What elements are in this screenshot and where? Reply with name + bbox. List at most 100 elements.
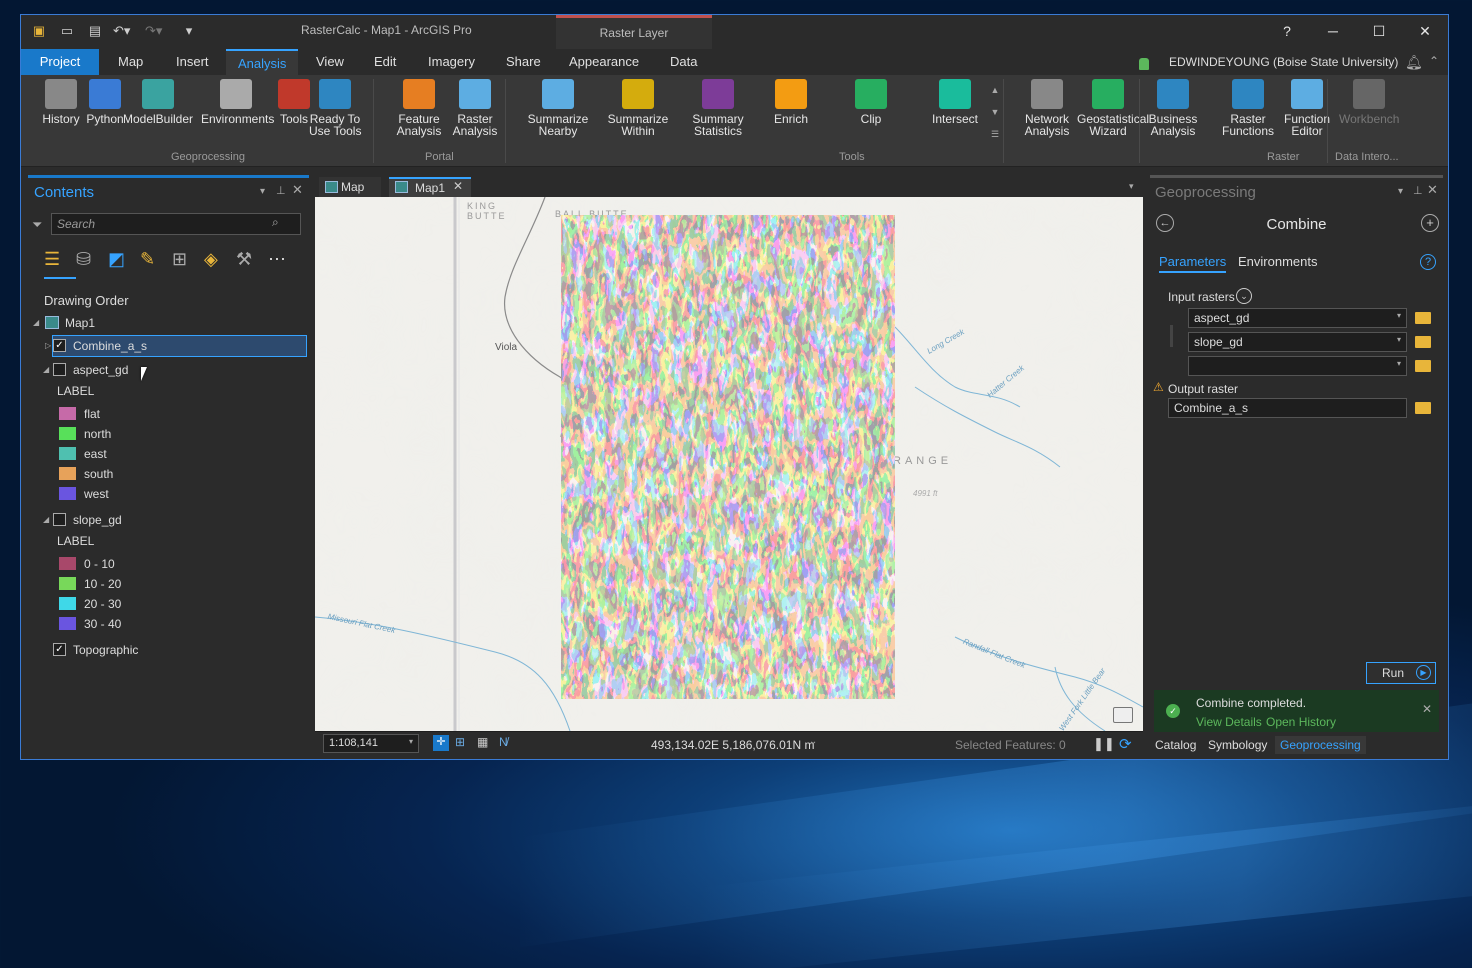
- list-by-source-icon[interactable]: ⛁: [76, 249, 91, 270]
- map-overview-icon[interactable]: [1113, 707, 1133, 723]
- ribbon-button-environments[interactable]: Environments: [201, 77, 274, 125]
- tab-analysis[interactable]: Analysis: [226, 49, 299, 75]
- ribbon-button-feature[interactable]: Feature Analysis: [393, 77, 445, 137]
- tab-map[interactable]: Map: [106, 49, 155, 75]
- grid-snap-icon[interactable]: ✛: [433, 735, 449, 751]
- save-icon[interactable]: ▤: [87, 24, 103, 38]
- more-icon[interactable]: ⋯: [268, 249, 286, 270]
- layer-name[interactable]: Topographic: [73, 643, 138, 657]
- open-history-link[interactable]: Open History: [1266, 715, 1336, 729]
- tab-share[interactable]: Share: [494, 49, 553, 75]
- expand-arrow-icon[interactable]: ◢: [43, 365, 49, 374]
- redo-icon[interactable]: ↷▾: [145, 24, 162, 38]
- folder-icon[interactable]: [1415, 312, 1431, 324]
- ribbon-button-summarize[interactable]: Summarize Nearby: [527, 77, 589, 137]
- list-by-labeling-icon[interactable]: ◈: [204, 249, 218, 270]
- customize-icon[interactable]: ▾: [181, 24, 197, 38]
- tab-edit[interactable]: Edit: [362, 49, 408, 75]
- drag-handle[interactable]: [1170, 325, 1173, 347]
- close-icon[interactable]: ✕: [1415, 21, 1435, 41]
- layer-visibility-checkbox[interactable]: [53, 513, 66, 526]
- layer-name[interactable]: Combine_a_s: [73, 339, 147, 353]
- list-by-selection-icon[interactable]: ◩: [108, 249, 125, 270]
- ribbon-button-clip[interactable]: Clip: [847, 77, 895, 125]
- run-icon[interactable]: ▶: [1416, 665, 1431, 680]
- tab-data[interactable]: Data: [658, 49, 709, 75]
- help-icon[interactable]: ?: [1277, 21, 1297, 41]
- list-by-snapping-icon[interactable]: ⊞: [172, 249, 187, 270]
- folder-icon[interactable]: [1415, 336, 1431, 348]
- layer-name[interactable]: aspect_gd: [73, 363, 128, 377]
- collapse-ribbon-icon[interactable]: ⌃: [1429, 54, 1439, 68]
- ribbon-button-modelbuilder[interactable]: ModelBuilder: [121, 77, 195, 125]
- ribbon-button-network[interactable]: Network Analysis: [1021, 77, 1073, 137]
- input-raster-3[interactable]: [1188, 356, 1407, 376]
- gallery-scroll-icon[interactable]: ▲ ▼ ☰: [989, 79, 1001, 145]
- extent-icon[interactable]: ⊞: [455, 735, 465, 749]
- folder-icon[interactable]: [1415, 360, 1431, 372]
- list-by-editing-icon[interactable]: ✎: [140, 249, 155, 270]
- chevron-down-icon[interactable]: ▾: [1397, 359, 1401, 368]
- folder-icon[interactable]: [1415, 402, 1431, 414]
- tab-geoprocessing[interactable]: Geoprocessing: [1275, 736, 1366, 754]
- ribbon-button-geostatistical[interactable]: Geostatistical Wizard: [1077, 77, 1149, 137]
- north-arrow-icon[interactable]: N̸: [499, 735, 508, 749]
- scale-selector[interactable]: 1:108,141: [323, 734, 419, 753]
- output-raster-field[interactable]: Combine_a_s: [1168, 398, 1407, 418]
- layer-visibility-checkbox[interactable]: ✓: [53, 339, 66, 352]
- pause-icon[interactable]: ❚❚: [1093, 736, 1115, 752]
- view-details-link[interactable]: View Details: [1196, 715, 1262, 729]
- ribbon-button-workbench[interactable]: Workbench: [1339, 77, 1399, 125]
- ribbon-button-intersect[interactable]: Intersect: [927, 77, 983, 125]
- tab-insert[interactable]: Insert: [164, 49, 221, 75]
- expand-arrow-icon[interactable]: ▷: [45, 341, 51, 350]
- tab-imagery[interactable]: Imagery: [416, 49, 487, 75]
- layer-visibility-checkbox[interactable]: [53, 363, 66, 376]
- chevron-down-icon[interactable]: ⌄: [809, 736, 817, 747]
- open-icon[interactable]: ▭: [59, 24, 75, 38]
- contents-search-input[interactable]: Search: [51, 213, 301, 235]
- tab-view[interactable]: View: [304, 49, 356, 75]
- chevron-down-icon[interactable]: ▾: [409, 737, 413, 746]
- ribbon-button-function[interactable]: Function Editor: [1281, 77, 1333, 137]
- new-project-icon[interactable]: ▣: [31, 24, 47, 38]
- pin-icon[interactable]: ⊥: [276, 184, 286, 197]
- selected-features-count[interactable]: Selected Features: 0: [955, 738, 1066, 752]
- pin-icon[interactable]: ⊥: [1413, 184, 1423, 197]
- user-name[interactable]: EDWINDEYOUNG (Boise State University): [1169, 55, 1398, 69]
- expand-arrow-icon[interactable]: ◢: [43, 515, 49, 524]
- minimize-icon[interactable]: ─: [1323, 21, 1343, 41]
- tab-project[interactable]: Project: [21, 49, 99, 75]
- refresh-icon[interactable]: ⟳: [1119, 735, 1132, 753]
- ribbon-button-ready-to[interactable]: Ready To Use Tools: [309, 77, 361, 137]
- map-node-label[interactable]: Map1: [65, 316, 95, 330]
- pane-menu-icon[interactable]: ▾: [260, 186, 265, 197]
- close-pane-icon[interactable]: ✕: [292, 182, 303, 198]
- close-tab-icon[interactable]: ✕: [453, 179, 463, 193]
- filter-icon[interactable]: ⏷: [32, 217, 42, 233]
- undo-icon[interactable]: ↶▾: [113, 24, 130, 38]
- tab-parameters[interactable]: Parameters: [1159, 254, 1227, 273]
- input-raster-1[interactable]: aspect_gd: [1188, 308, 1407, 328]
- ribbon-button-history[interactable]: History: [41, 77, 81, 125]
- input-raster-2[interactable]: slope_gd: [1188, 332, 1407, 352]
- grid-icon[interactable]: ▦: [477, 735, 488, 749]
- add-icon[interactable]: +: [1421, 214, 1439, 232]
- ribbon-button-business[interactable]: Business Analysis: [1147, 77, 1199, 137]
- expand-arrow-icon[interactable]: ◢: [33, 318, 39, 327]
- chevron-down-icon[interactable]: ▾: [1397, 335, 1401, 344]
- ribbon-button-summarize[interactable]: Summarize Within: [607, 77, 669, 137]
- ribbon-button-python[interactable]: Python: [85, 77, 125, 125]
- tab-environments[interactable]: Environments: [1238, 254, 1317, 269]
- chevron-down-icon[interactable]: ▾: [1397, 311, 1401, 320]
- ribbon-button-summary[interactable]: Summary Statistics: [687, 77, 749, 137]
- tab-catalog[interactable]: Catalog: [1155, 738, 1196, 752]
- ribbon-button-raster[interactable]: Raster Analysis: [449, 77, 501, 137]
- list-by-perspective-icon[interactable]: ⚒: [236, 249, 252, 270]
- close-pane-icon[interactable]: ✕: [1427, 182, 1438, 198]
- map-canvas[interactable]: KING BUTTE BALL BUTTE Viola RANGE 4991 f…: [315, 197, 1143, 731]
- dismiss-icon[interactable]: ✕: [1422, 702, 1432, 716]
- tab-appearance[interactable]: Appearance: [557, 49, 651, 75]
- search-icon[interactable]: ⌕: [272, 215, 279, 230]
- ribbon-button-enrich[interactable]: Enrich: [767, 77, 815, 125]
